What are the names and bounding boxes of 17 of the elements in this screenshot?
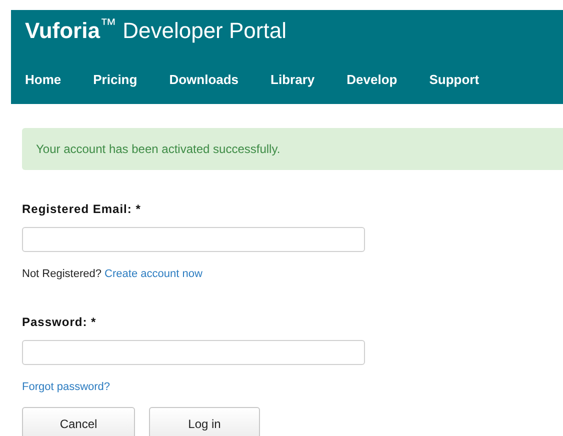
- nav-link[interactable]: Library: [270, 70, 315, 90]
- nav-link[interactable]: Downloads: [169, 70, 239, 90]
- nav-link[interactable]: Develop: [346, 70, 398, 90]
- login-button[interactable]: Log in: [149, 407, 260, 436]
- field-label: Registered Email: *: [22, 201, 141, 218]
- input-field[interactable]: [22, 227, 365, 252]
- register-prompt: Not Registered? Create account now: [22, 267, 202, 282]
- nav-link[interactable]: Pricing: [93, 70, 138, 90]
- alert-message: Your account has been activated successfully.: [36, 141, 280, 158]
- site-title: Vuforia$^{™}$ Developer Portal: [24, 14, 286, 45]
- field-label: Password: *: [22, 314, 96, 330]
- nav-link[interactable]: Home: [25, 70, 62, 90]
- help-link[interactable]: Create account now: [104, 268, 202, 280]
- input-field[interactable]: [22, 340, 365, 364]
- cancel-button[interactable]: Cancel: [22, 407, 135, 436]
- nav-link[interactable]: Support: [429, 70, 480, 90]
- help-link[interactable]: Forgot password?: [22, 378, 110, 395]
